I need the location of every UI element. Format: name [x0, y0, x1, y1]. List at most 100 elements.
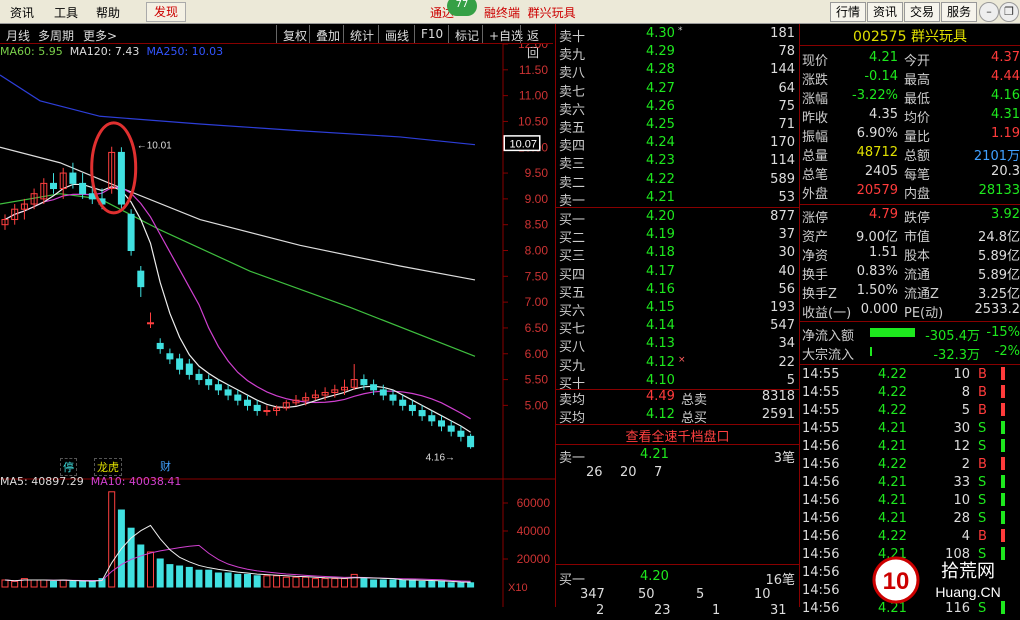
sell-level-row[interactable]: 卖二4.22589	[556, 171, 799, 189]
flow-label: 大宗流入	[802, 344, 854, 363]
order-volume: 30	[778, 245, 795, 260]
sell-level-row[interactable]: 卖三4.23114	[556, 152, 799, 170]
buy-level-row[interactable]: 买七4.14547	[556, 317, 799, 335]
order-price: 4.28	[646, 62, 675, 77]
buy-level-row[interactable]: 买五4.1656	[556, 281, 799, 299]
price-tick-label: 11.00	[519, 89, 548, 103]
info-value: 24.8亿	[978, 226, 1020, 245]
volume-bar	[439, 581, 445, 587]
quote-row: 涨幅-3.22%最低4.16	[802, 87, 1020, 106]
candle-body	[409, 405, 415, 410]
volume-bar	[31, 580, 37, 587]
price-tick-label: 6.00	[525, 347, 549, 361]
price-tick-label: 8.50	[525, 218, 549, 232]
financial-badge[interactable]: 财	[160, 458, 171, 474]
candle-body	[148, 323, 154, 324]
summary-avg: 4.49	[646, 389, 675, 404]
menu-info[interactable]: 资讯	[10, 4, 34, 21]
suspension-badge[interactable]: 停	[60, 458, 77, 476]
tick-direction: S	[978, 439, 986, 454]
buy-level-row[interactable]: 买二4.1937	[556, 226, 799, 244]
buy-level-row[interactable]: 买三4.1830	[556, 244, 799, 262]
sell-level-row[interactable]: 卖五4.2571	[556, 116, 799, 134]
fundamental-row: 收益(一)0.000PE(动)2533.2	[802, 301, 1020, 320]
trade-tick-row: 14:564.2128S	[800, 510, 1020, 528]
sell-level-row[interactable]: 卖六4.2675	[556, 98, 799, 116]
restore-rights-button[interactable]: 复权	[276, 25, 313, 43]
buy-level-row[interactable]: 买四4.1740	[556, 263, 799, 281]
trade-button[interactable]: 交易	[904, 2, 940, 22]
volume-bar	[235, 574, 241, 587]
overlay-button[interactable]: 叠加	[309, 25, 346, 43]
menu-tools[interactable]: 工具	[54, 4, 78, 21]
buy-level-row[interactable]: 买一4.20877	[556, 208, 799, 226]
news-button[interactable]: 资讯	[867, 2, 903, 22]
volume-bar	[274, 576, 280, 587]
candle-body	[196, 374, 202, 379]
f10-button[interactable]: F10	[414, 25, 449, 43]
more-menu[interactable]: 更多>	[83, 27, 117, 44]
minimize-icon[interactable]: –	[979, 2, 999, 22]
buy-level-row[interactable]: 买六4.15193	[556, 299, 799, 317]
flow-label: 净流入额	[802, 325, 854, 344]
current-price-label: 10.07	[509, 139, 537, 151]
order-book-divider	[556, 564, 799, 565]
tick-time: 14:55	[802, 367, 839, 382]
service-button[interactable]: 服务	[941, 2, 977, 22]
kline-chart[interactable]: 12.0011.5011.0010.5010.009.509.008.508.0…	[0, 44, 555, 607]
sell-level-row[interactable]: 卖九4.2978	[556, 43, 799, 61]
order-volume: 40	[778, 264, 795, 279]
queue-order: 2	[596, 603, 604, 618]
flow-bar	[870, 328, 915, 337]
info-value: 4.37	[991, 50, 1020, 65]
draw-line-button[interactable]: 画线	[378, 25, 415, 43]
sell-level-row[interactable]: 卖七4.2764	[556, 80, 799, 98]
info-value: 0.83%	[857, 264, 898, 279]
sell-level-row[interactable]: 卖四4.24170	[556, 134, 799, 152]
price-tick-label: 5.00	[525, 398, 549, 412]
restore-icon[interactable]: ❐	[999, 2, 1019, 22]
volume-bar	[312, 579, 318, 587]
candle-body	[245, 400, 251, 405]
info-value: 2533.2	[975, 302, 1020, 317]
tick-time: 14:56	[802, 529, 839, 544]
quotes-button[interactable]: 行情	[830, 2, 866, 22]
info-label: 换手Z	[802, 283, 837, 302]
info-label: 总量	[802, 145, 828, 164]
notification-badge[interactable]: 77	[447, 0, 477, 16]
candle-body	[361, 380, 367, 385]
candle-body	[177, 359, 183, 369]
tick-time: 14:55	[802, 403, 839, 418]
sell-level-row[interactable]: 卖一4.2153	[556, 189, 799, 207]
candle-body	[371, 385, 377, 390]
volume-bar	[351, 574, 357, 587]
title-mid: 融终端	[484, 6, 520, 20]
buy-level-row[interactable]: 买九4.12×22	[556, 354, 799, 372]
sell-level-row[interactable]: 卖十4.30*181	[556, 25, 799, 43]
order-price: 4.23	[646, 153, 675, 168]
menu-discover[interactable]: 发现	[146, 2, 186, 22]
back-button[interactable]: 返回	[520, 25, 553, 43]
info-value: 48712	[857, 145, 898, 160]
info-label: 振幅	[802, 126, 828, 145]
dragon-tiger-badge[interactable]: 龙虎	[94, 458, 122, 476]
order-volume: 75	[778, 99, 795, 114]
buy-level-row[interactable]: 买八4.1334	[556, 335, 799, 353]
period-monthly[interactable]: 月线	[6, 27, 30, 44]
fundamental-row: 涨停4.79跌停3.92	[802, 206, 1020, 225]
sell-level-row[interactable]: 卖八4.28144	[556, 61, 799, 79]
info-value: 4.35	[869, 107, 898, 122]
flow-pct: -15%	[986, 325, 1020, 340]
menu-help[interactable]: 帮助	[96, 4, 120, 21]
info-value: 4.16	[991, 88, 1020, 103]
info-divider	[800, 204, 1020, 205]
info-value: 1.51	[869, 245, 898, 260]
order-volume: 193	[770, 300, 795, 315]
statistics-button[interactable]: 统计	[343, 25, 380, 43]
info-label: 每笔	[904, 164, 930, 183]
order-level-label: 买三	[559, 245, 585, 264]
full-depth-link[interactable]: 查看全速千档盘口	[556, 426, 799, 445]
multi-period[interactable]: 多周期	[38, 27, 74, 44]
title-stock: 群兴玩具	[528, 6, 576, 20]
mark-button[interactable]: 标记	[448, 25, 485, 43]
